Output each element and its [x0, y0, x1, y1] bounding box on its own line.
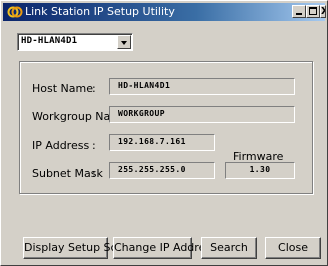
setup-utility-window: Link Station IP Setup Utility X HD-HLAN4…	[0, 0, 328, 266]
device-dropdown-value: HD-HLAN4D1	[21, 36, 78, 46]
search-button[interactable]: Search	[201, 237, 257, 259]
host-name-value: HD-HLAN4D1	[118, 81, 171, 90]
minimize-icon	[296, 13, 302, 15]
ip-address-field: 192.168.7.161	[109, 134, 215, 151]
subnet-mask-colon: :	[92, 167, 96, 180]
ip-address-colon: :	[92, 139, 96, 152]
display-setup-screen-button[interactable]: Display Setup Screen	[23, 237, 141, 259]
ip-address-value: 192.168.7.161	[118, 137, 186, 146]
title-bar[interactable]: Link Station IP Setup Utility X	[3, 3, 326, 21]
host-name-field: HD-HLAN4D1	[109, 78, 295, 95]
window-title: Link Station IP Setup Utility	[25, 5, 175, 18]
subnet-mask-value: 255.255.255.0	[118, 165, 186, 174]
change-ip-address-button[interactable]: Change IP Address	[113, 237, 217, 259]
workgroup-name-field: WORKGROUP	[109, 106, 295, 123]
maximize-icon	[309, 7, 317, 15]
dropdown-arrow-button[interactable]	[117, 35, 131, 49]
workgroup-name-value: WORKGROUP	[118, 109, 165, 118]
close-button[interactable]: Close	[265, 237, 321, 259]
subnet-mask-field: 255.255.255.0	[109, 162, 215, 179]
ip-address-label: IP Address	[32, 139, 90, 152]
device-dropdown[interactable]: HD-HLAN4D1	[17, 33, 133, 51]
maximize-button[interactable]	[306, 5, 320, 18]
host-name-colon: :	[92, 82, 96, 95]
minimize-button[interactable]	[292, 5, 306, 18]
chevron-down-icon	[121, 41, 127, 45]
close-icon: X	[321, 6, 325, 17]
firmware-field: 1.30	[225, 162, 295, 179]
host-name-label: Host Name	[32, 82, 93, 95]
link-station-icon	[7, 6, 23, 18]
firmware-value: 1.30	[249, 165, 271, 174]
close-window-button[interactable]: X	[320, 5, 326, 18]
